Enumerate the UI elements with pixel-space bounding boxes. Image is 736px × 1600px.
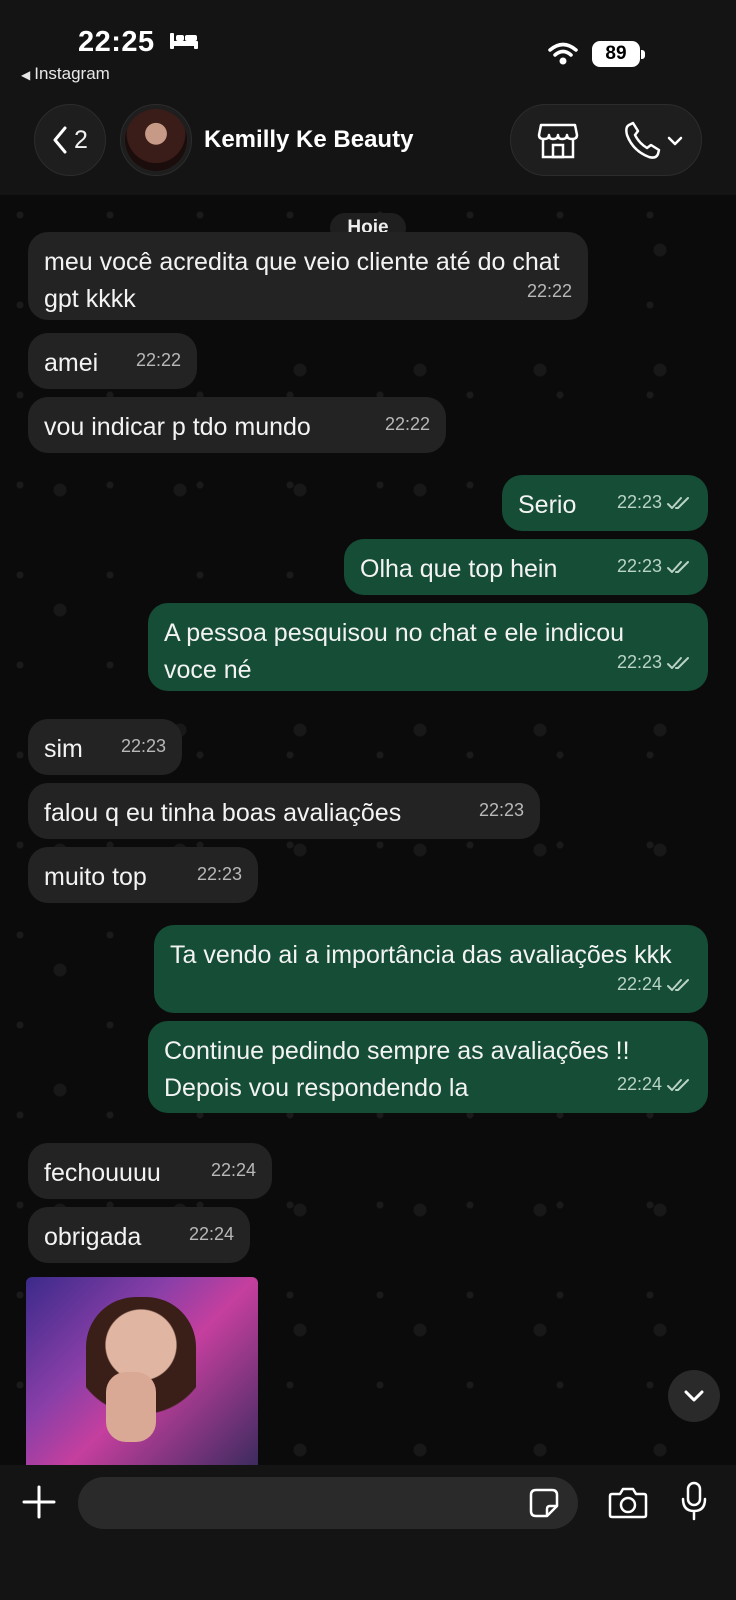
contact-avatar[interactable]	[120, 104, 192, 176]
double-check-icon	[667, 1078, 689, 1091]
header-actions	[510, 104, 702, 176]
message-time: 22:23	[120, 736, 166, 756]
sticker-icon[interactable]	[528, 1487, 560, 1519]
chevron-left-icon	[53, 126, 67, 154]
scroll-to-bottom-button[interactable]	[668, 1370, 720, 1422]
back-to-app-link[interactable]: ◀ Instagram	[21, 64, 110, 84]
message-text: meu você acredita que veio cliente até d…	[44, 248, 560, 313]
message-bubble-incoming[interactable]: sim 22:23	[28, 719, 182, 775]
gif-message-thumbnail[interactable]	[26, 1277, 258, 1465]
gif-hands	[106, 1372, 156, 1442]
battery-indicator: 89	[592, 41, 645, 67]
message-bubble-outgoing[interactable]: Serio 22:23	[502, 475, 708, 531]
double-check-icon	[667, 560, 689, 573]
phone-call-icon[interactable]	[623, 121, 687, 161]
status-time: 22:25	[78, 26, 155, 58]
plus-icon[interactable]	[22, 1485, 56, 1519]
back-button[interactable]: 2	[34, 104, 106, 176]
unread-count: 2	[74, 125, 88, 154]
message-text: Continue pedindo sempre as avaliações !!…	[164, 1037, 630, 1102]
message-text: A pessoa pesquisou no chat e ele indicou…	[164, 619, 625, 684]
wifi-icon	[548, 42, 578, 65]
message-text: falou q eu tinha boas avaliações	[44, 799, 402, 827]
message-time: 22:24	[616, 1074, 662, 1094]
message-time: 22:22	[384, 414, 430, 434]
message-time: 22:23	[616, 492, 662, 512]
store-icon[interactable]	[537, 122, 579, 160]
message-time: 22:23	[478, 800, 524, 820]
contact-name[interactable]: Kemilly Ke Beauty	[204, 126, 413, 154]
composer-bar	[0, 1465, 736, 1600]
message-text: vou indicar p tdo mundo	[44, 413, 311, 441]
message-bubble-incoming[interactable]: vou indicar p tdo mundo 22:22	[28, 397, 446, 453]
camera-icon[interactable]	[608, 1485, 648, 1519]
double-check-icon	[667, 656, 689, 669]
message-time: 22:23	[616, 556, 662, 576]
message-bubble-incoming[interactable]: amei 22:22	[28, 333, 197, 389]
chat-area[interactable]: Hoje meu você acredita que veio cliente …	[0, 195, 736, 1465]
message-bubble-outgoing[interactable]: Ta vendo ai a importância das avaliações…	[154, 925, 708, 1013]
message-time: 22:24	[188, 1224, 234, 1244]
message-time: 22:24	[210, 1160, 256, 1180]
double-check-icon	[667, 496, 689, 509]
message-bubble-incoming[interactable]: meu você acredita que veio cliente até d…	[28, 232, 588, 320]
message-bubble-outgoing[interactable]: Olha que top hein 22:23	[344, 539, 708, 595]
message-input[interactable]	[78, 1477, 578, 1529]
message-bubble-incoming[interactable]: falou q eu tinha boas avaliações 22:23	[28, 783, 540, 839]
avatar-photo	[125, 109, 187, 171]
microphone-icon[interactable]	[680, 1481, 708, 1521]
message-time: 22:24	[616, 974, 662, 994]
message-bubble-incoming[interactable]: obrigada 22:24	[28, 1207, 250, 1263]
message-bubble-outgoing[interactable]: Continue pedindo sempre as avaliações !!…	[148, 1021, 708, 1113]
message-bubble-incoming[interactable]: fechouuuu 22:24	[28, 1143, 272, 1199]
double-check-icon	[667, 978, 689, 991]
message-time: 22:22	[526, 281, 572, 301]
message-time: 22:22	[135, 350, 181, 370]
message-time: 22:23	[196, 864, 242, 884]
message-bubble-outgoing[interactable]: A pessoa pesquisou no chat e ele indicou…	[148, 603, 708, 691]
chevron-down-icon	[684, 1390, 704, 1402]
back-app-label: Instagram	[34, 64, 110, 83]
message-time: 22:23	[616, 652, 662, 672]
sleep-focus-icon	[170, 33, 198, 49]
message-bubble-incoming[interactable]: muito top 22:23	[28, 847, 258, 903]
message-text: Ta vendo ai a importância das avaliações…	[170, 941, 672, 969]
top-bar: 22:25 ◀ Instagram 89 2 Kemilly Ke Beauty	[0, 0, 736, 195]
